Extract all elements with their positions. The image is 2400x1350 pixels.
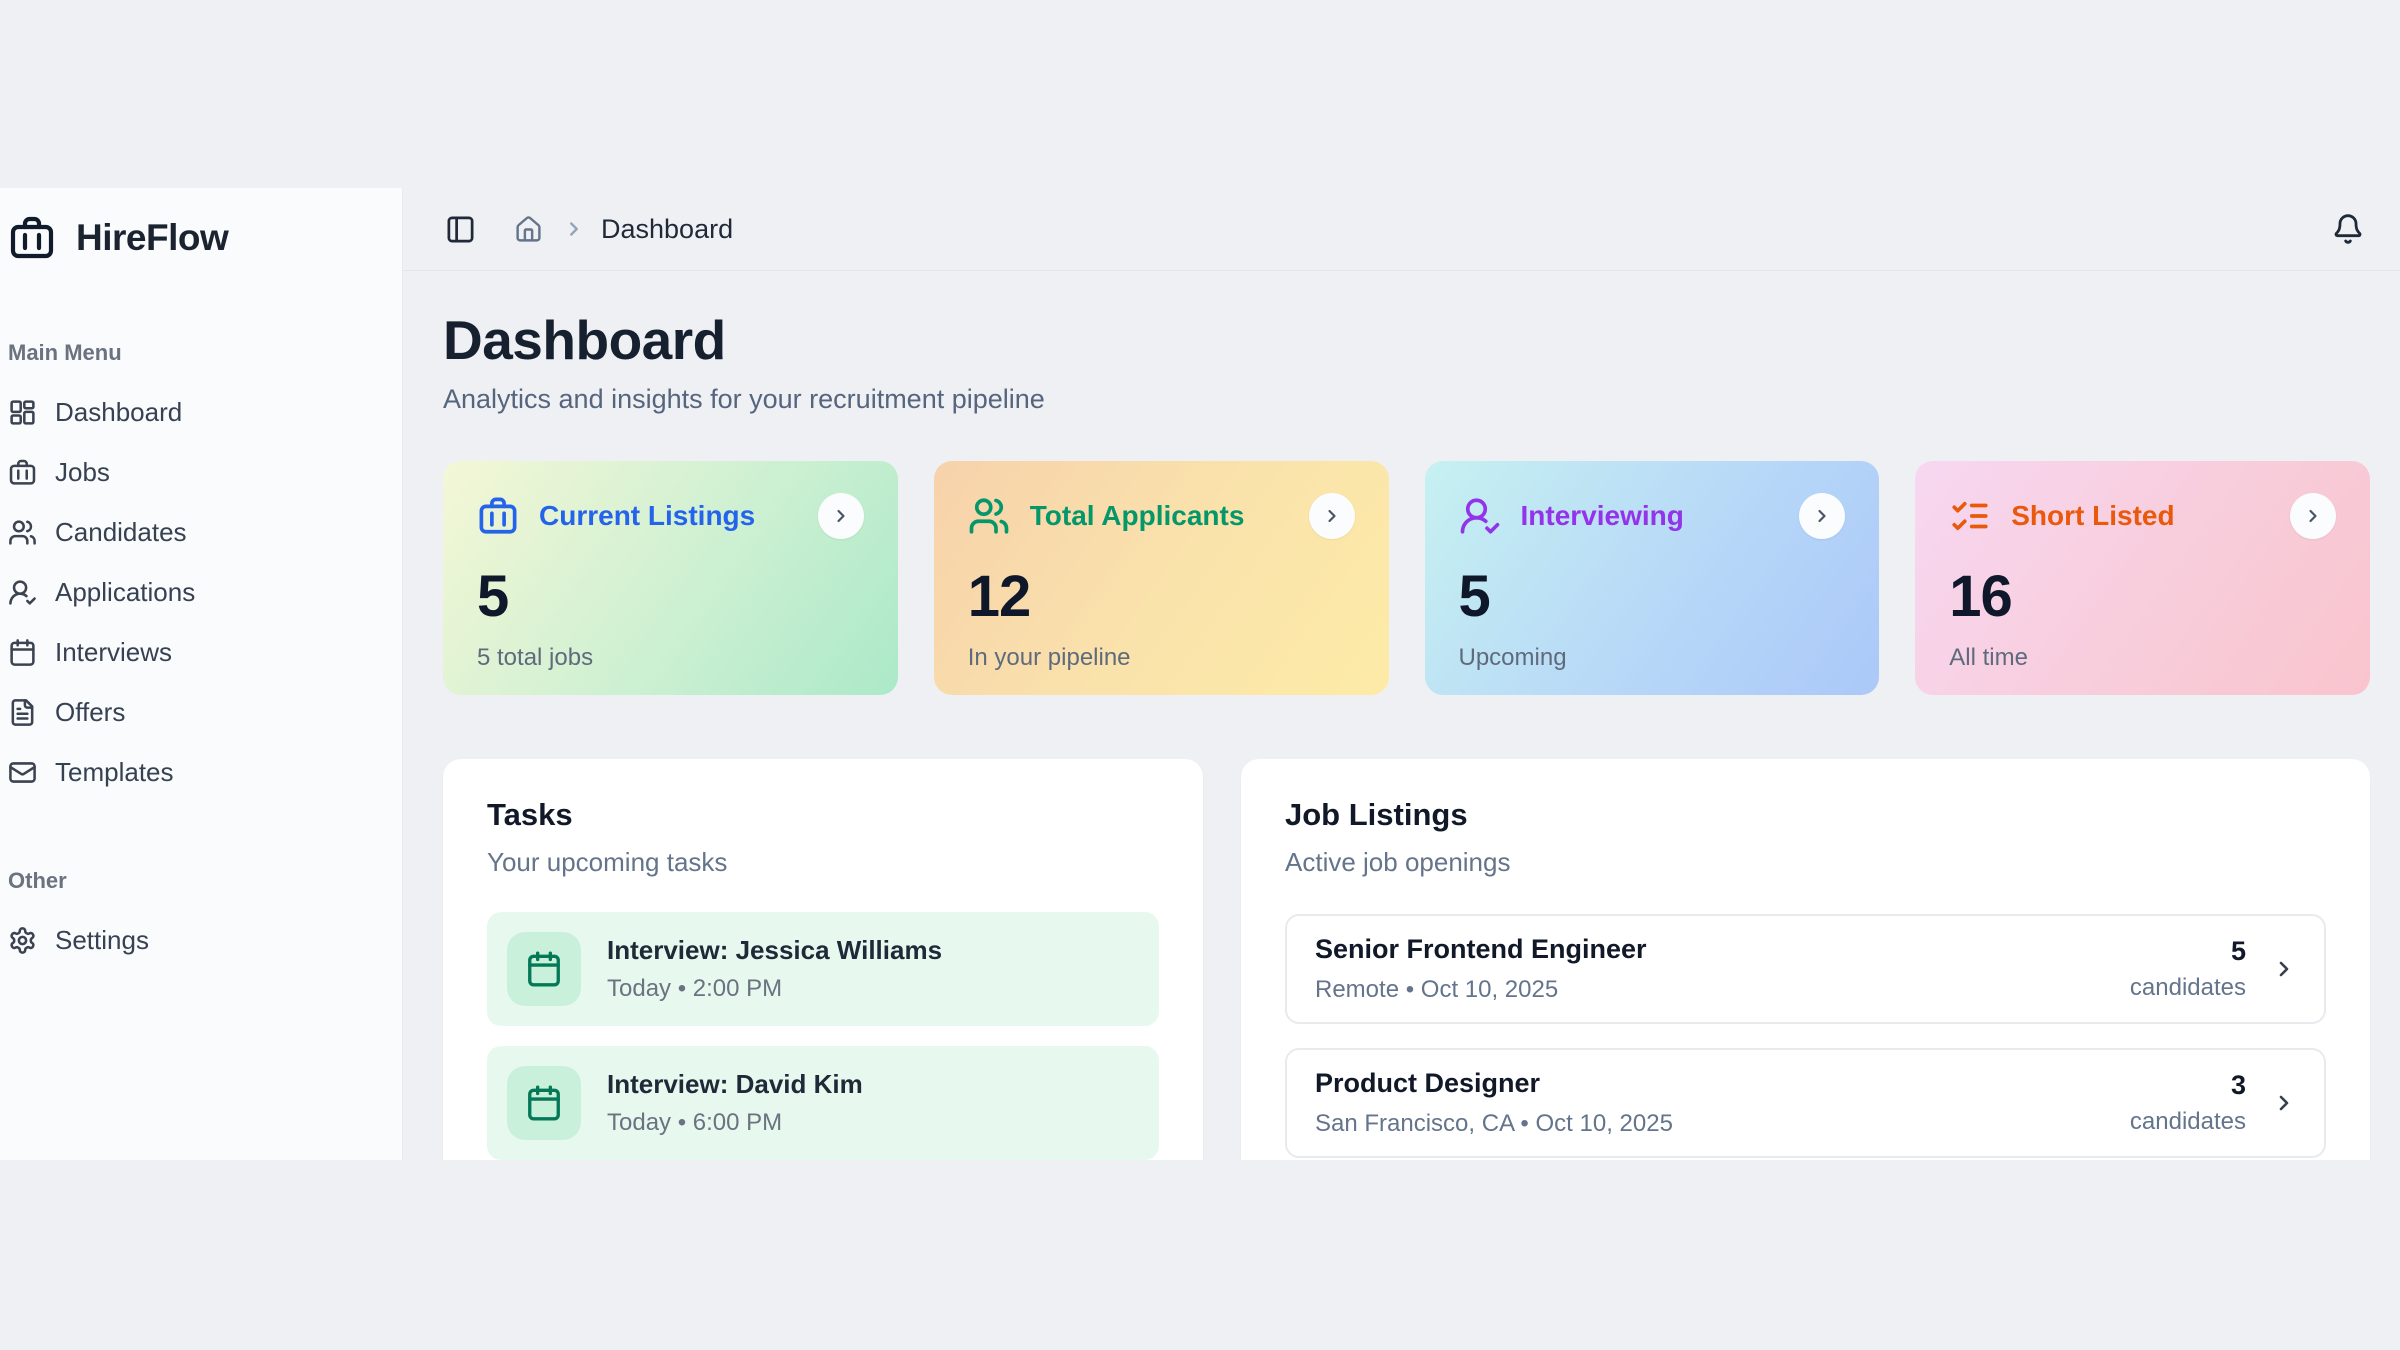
sidebar-item-label: Dashboard <box>55 397 182 428</box>
stats-row: Current Listings 5 5 total jobs Total Ap… <box>443 461 2370 695</box>
job-listing-item[interactable]: Product Designer San Francisco, CA • Oct… <box>1285 1048 2326 1158</box>
stat-value: 5 <box>477 563 864 630</box>
task-time: Today • 6:00 PM <box>607 1109 863 1137</box>
task-item[interactable]: Interview: Jessica Williams Today • 2:00… <box>487 912 1159 1026</box>
stat-card-interviewing[interactable]: Interviewing 5 Upcoming <box>1425 461 1880 695</box>
sidebar-item-label: Templates <box>55 757 174 788</box>
chevron-right-button[interactable] <box>1309 493 1355 539</box>
chevron-right-icon[interactable] <box>2272 957 2296 981</box>
list-checks-icon <box>1949 495 1991 537</box>
calendar-icon <box>507 932 581 1006</box>
stat-sublabel: 5 total jobs <box>477 644 864 672</box>
task-item[interactable]: Interview: David Kim Today • 6:00 PM <box>487 1046 1159 1160</box>
job-listings-subtitle: Active job openings <box>1285 847 2326 878</box>
sidebar-toggle-icon[interactable] <box>445 214 476 245</box>
task-time: Today • 2:00 PM <box>607 975 942 1003</box>
stat-card-current-listings[interactable]: Current Listings 5 5 total jobs <box>443 461 898 695</box>
user-check-icon <box>8 578 37 607</box>
logo-text: HireFlow <box>76 217 228 259</box>
job-listings-title: Job Listings <box>1285 797 2326 833</box>
sidebar-item-interviews[interactable]: Interviews <box>6 622 386 682</box>
chevron-right-button[interactable] <box>818 493 864 539</box>
stat-label: Total Applicants <box>1030 500 1245 532</box>
sidebar-item-label: Interviews <box>55 637 172 668</box>
sidebar-item-candidates[interactable]: Candidates <box>6 502 386 562</box>
sidebar-item-settings[interactable]: Settings <box>6 910 386 970</box>
job-title: Product Designer <box>1315 1068 1673 1099</box>
calendar-icon <box>8 638 37 667</box>
topbar: Dashboard <box>403 188 2400 271</box>
sidebar-section-main-menu: Main Menu <box>8 340 386 366</box>
stat-value: 12 <box>968 563 1355 630</box>
bell-icon[interactable] <box>2332 213 2364 245</box>
page-title: Dashboard <box>443 308 2370 372</box>
job-listing-item[interactable]: Senior Frontend Engineer Remote • Oct 10… <box>1285 914 2326 1024</box>
stat-label: Interviewing <box>1521 500 1684 532</box>
chevron-right-button[interactable] <box>1799 493 1845 539</box>
mail-icon <box>8 758 37 787</box>
briefcase-logo-icon <box>8 214 56 262</box>
task-title: Interview: David Kim <box>607 1069 863 1100</box>
stat-sublabel: In your pipeline <box>968 644 1355 672</box>
breadcrumb-chevron-icon <box>563 218 585 240</box>
job-candidate-count: 5 <box>2130 936 2246 967</box>
briefcase-icon <box>477 495 519 537</box>
stat-card-short-listed[interactable]: Short Listed 16 All time <box>1915 461 2370 695</box>
page-subtitle: Analytics and insights for your recruitm… <box>443 384 2370 415</box>
job-candidate-label: candidates <box>2130 1108 2246 1136</box>
chevron-right-icon[interactable] <box>2272 1091 2296 1115</box>
sidebar: HireFlow Main Menu Dashboard Jobs Candid… <box>0 188 403 1160</box>
briefcase-icon <box>8 458 37 487</box>
file-text-icon <box>8 698 37 727</box>
stat-label: Current Listings <box>539 500 755 532</box>
users-icon <box>968 495 1010 537</box>
sidebar-section-other: Other <box>8 868 386 894</box>
sidebar-item-templates[interactable]: Templates <box>6 742 386 802</box>
logo: HireFlow <box>6 214 386 262</box>
user-check-icon <box>1459 495 1501 537</box>
main-content: Dashboard Analytics and insights for you… <box>403 272 2400 1160</box>
tasks-title: Tasks <box>487 797 1159 833</box>
task-list: Interview: Jessica Williams Today • 2:00… <box>487 912 1159 1160</box>
job-candidate-count: 3 <box>2130 1070 2246 1101</box>
job-title: Senior Frontend Engineer <box>1315 934 1647 965</box>
sidebar-item-label: Applications <box>55 577 195 608</box>
job-meta: Remote • Oct 10, 2025 <box>1315 976 1647 1004</box>
tasks-subtitle: Your upcoming tasks <box>487 847 1159 878</box>
stat-value: 5 <box>1459 563 1846 630</box>
sidebar-item-dashboard[interactable]: Dashboard <box>6 382 386 442</box>
sidebar-item-applications[interactable]: Applications <box>6 562 386 622</box>
job-listings-panel: Job Listings Active job openings Senior … <box>1241 759 2370 1160</box>
bottom-row: Tasks Your upcoming tasks Interview: Jes… <box>443 759 2370 1160</box>
tasks-panel: Tasks Your upcoming tasks Interview: Jes… <box>443 759 1203 1160</box>
home-icon[interactable] <box>514 215 543 244</box>
job-meta: San Francisco, CA • Oct 10, 2025 <box>1315 1110 1673 1138</box>
task-title: Interview: Jessica Williams <box>607 935 942 966</box>
stat-sublabel: Upcoming <box>1459 644 1846 672</box>
sidebar-item-offers[interactable]: Offers <box>6 682 386 742</box>
app-window: HireFlow Main Menu Dashboard Jobs Candid… <box>0 188 2400 1160</box>
sidebar-item-label: Candidates <box>55 517 187 548</box>
calendar-icon <box>507 1066 581 1140</box>
sidebar-item-label: Offers <box>55 697 125 728</box>
users-icon <box>8 518 37 547</box>
sidebar-item-jobs[interactable]: Jobs <box>6 442 386 502</box>
breadcrumb: Dashboard <box>601 214 733 245</box>
sidebar-item-label: Jobs <box>55 457 110 488</box>
stat-sublabel: All time <box>1949 644 2336 672</box>
job-candidate-label: candidates <box>2130 974 2246 1002</box>
stat-card-total-applicants[interactable]: Total Applicants 12 In your pipeline <box>934 461 1389 695</box>
sidebar-item-label: Settings <box>55 925 149 956</box>
chevron-right-button[interactable] <box>2290 493 2336 539</box>
gear-icon <box>8 926 37 955</box>
stat-label: Short Listed <box>2011 500 2174 532</box>
job-list: Senior Frontend Engineer Remote • Oct 10… <box>1285 914 2326 1158</box>
layout-grid-icon <box>8 398 37 427</box>
stat-value: 16 <box>1949 563 2336 630</box>
